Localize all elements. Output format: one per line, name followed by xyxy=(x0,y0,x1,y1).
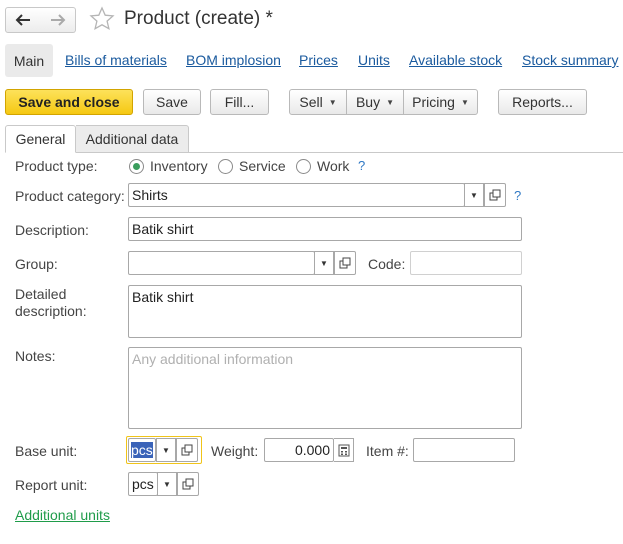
description-field[interactable]: Batik shirt xyxy=(128,217,522,241)
item-number-label: Item #: xyxy=(366,443,409,459)
tab-available-stock[interactable]: Available stock xyxy=(409,52,502,68)
notes-label: Notes: xyxy=(15,348,56,364)
product-category-label: Product category: xyxy=(15,188,125,204)
back-button[interactable] xyxy=(5,7,41,33)
open-icon[interactable] xyxy=(484,183,506,207)
report-unit-label: Report unit: xyxy=(15,477,88,493)
item-number-field[interactable] xyxy=(413,438,515,462)
group-field[interactable] xyxy=(128,251,315,275)
action-menu-group: Sell ▼ Buy ▼ Pricing ▼ xyxy=(289,89,478,115)
radio-work-label: Work xyxy=(317,158,350,174)
pricing-label: Pricing xyxy=(412,94,455,110)
tab-general[interactable]: General xyxy=(5,125,76,153)
detailed-description-label: Detailed description: xyxy=(15,286,87,320)
chevron-down-icon[interactable]: ▼ xyxy=(157,472,177,496)
code-field[interactable] xyxy=(410,251,522,275)
tab-bom-implosion[interactable]: BOM implosion xyxy=(186,52,281,68)
radio-inventory-label: Inventory xyxy=(150,158,208,174)
save-button[interactable]: Save xyxy=(143,89,201,115)
tab-prices[interactable]: Prices xyxy=(299,52,338,68)
radio-service-label: Service xyxy=(239,158,286,174)
weight-label: Weight: xyxy=(211,443,259,459)
fill-button[interactable]: Fill... xyxy=(210,89,269,115)
weight-field[interactable]: 0.000 xyxy=(264,438,334,462)
notes-placeholder: Any additional information xyxy=(132,351,294,367)
radio-empty-icon xyxy=(218,158,233,174)
radio-selected-icon xyxy=(129,158,144,174)
open-icon[interactable] xyxy=(334,251,356,275)
notes-field[interactable]: Any additional information xyxy=(128,347,522,429)
tab-additional-data[interactable]: Additional data xyxy=(76,125,189,153)
save-and-close-button[interactable]: Save and close xyxy=(5,89,133,115)
tab-main[interactable]: Main xyxy=(5,44,53,77)
help-icon[interactable]: ? xyxy=(514,188,521,203)
tab-divider xyxy=(5,152,623,153)
caret-down-icon: ▼ xyxy=(328,97,337,107)
chevron-down-icon[interactable]: ▼ xyxy=(156,438,176,462)
tab-bills-of-materials[interactable]: Bills of materials xyxy=(65,52,167,68)
arrow-right-icon xyxy=(50,14,65,26)
group-label: Group: xyxy=(15,256,58,272)
radio-inventory[interactable]: Inventory xyxy=(129,158,208,174)
detailed-description-field[interactable]: Batik shirt xyxy=(128,285,522,338)
sell-menu-button[interactable]: Sell ▼ xyxy=(290,90,347,114)
forward-button[interactable] xyxy=(40,7,76,33)
sell-label: Sell xyxy=(299,94,323,110)
base-unit-field[interactable]: pcs xyxy=(128,438,156,462)
code-label: Code: xyxy=(368,256,406,272)
help-icon[interactable]: ? xyxy=(358,158,365,173)
buy-menu-button[interactable]: Buy ▼ xyxy=(347,90,404,114)
tab-units[interactable]: Units xyxy=(358,52,390,68)
additional-units-link[interactable]: Additional units xyxy=(15,507,110,523)
caret-down-icon: ▼ xyxy=(460,97,469,107)
tab-stock-summary[interactable]: Stock summary xyxy=(522,52,618,68)
base-unit-label: Base unit: xyxy=(15,443,78,459)
radio-empty-icon xyxy=(296,158,311,174)
calculator-icon[interactable] xyxy=(334,438,354,462)
detailed-label-line2: description: xyxy=(15,303,87,319)
product-type-label: Product type: xyxy=(15,158,98,174)
radio-work[interactable]: Work xyxy=(296,158,349,174)
reports-button[interactable]: Reports... xyxy=(498,89,587,115)
pricing-menu-button[interactable]: Pricing ▼ xyxy=(404,90,477,114)
caret-down-icon: ▼ xyxy=(386,97,395,107)
description-label: Description: xyxy=(15,222,89,238)
star-icon[interactable] xyxy=(89,6,115,32)
product-category-field[interactable]: Shirts xyxy=(128,183,465,207)
page-title: Product (create) * xyxy=(124,8,273,29)
open-icon[interactable] xyxy=(176,438,198,462)
chevron-down-icon[interactable]: ▼ xyxy=(314,251,334,275)
open-icon[interactable] xyxy=(177,472,199,496)
arrow-left-icon xyxy=(15,14,30,26)
radio-service[interactable]: Service xyxy=(218,158,286,174)
chevron-down-icon[interactable]: ▼ xyxy=(464,183,484,207)
report-unit-field[interactable]: pcs xyxy=(128,472,158,496)
base-unit-value: pcs xyxy=(131,442,153,458)
buy-label: Buy xyxy=(355,94,381,110)
detailed-label-line1: Detailed xyxy=(15,286,67,302)
